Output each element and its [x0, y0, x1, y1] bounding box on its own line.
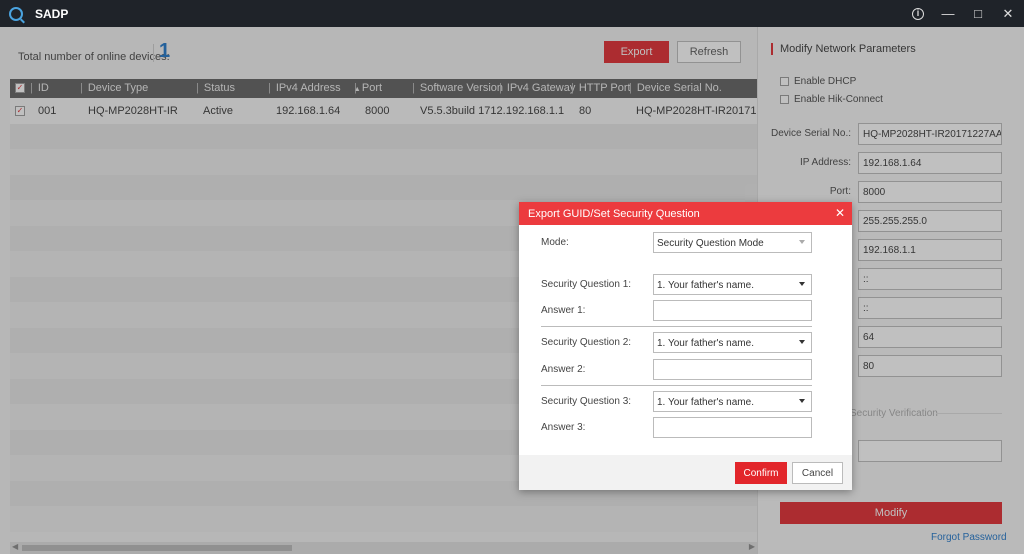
close-icon: ✕ — [1002, 5, 1014, 21]
dialog-header: Export GUID/Set Security Question ✕ — [519, 202, 852, 225]
dialog-footer: Confirm Cancel — [519, 455, 852, 490]
cancel-button[interactable]: Cancel — [792, 462, 843, 484]
chevron-down-icon — [799, 282, 805, 286]
security-question-1-select[interactable]: 1. Your father's name. — [653, 274, 812, 295]
chevron-down-icon — [799, 399, 805, 403]
maximize-icon: □ — [974, 6, 982, 21]
title-bar: SADP i — □ ✕ — [0, 0, 1024, 27]
modal-overlay — [0, 27, 1024, 554]
info-icon: i — [912, 7, 924, 20]
dialog-close-icon[interactable]: ✕ — [835, 206, 845, 220]
divider — [541, 385, 812, 386]
confirm-button[interactable]: Confirm — [735, 462, 787, 484]
answer-1-input[interactable] — [653, 300, 812, 321]
security-question-1-label: Security Question 1: — [541, 279, 632, 290]
security-question-dialog: Export GUID/Set Security Question ✕ Mode… — [519, 202, 852, 490]
minimize-button[interactable]: — — [938, 4, 958, 24]
chevron-down-icon — [799, 240, 805, 244]
answer-3-input[interactable] — [653, 417, 812, 438]
app-title: SADP — [35, 6, 69, 21]
divider — [541, 326, 812, 327]
answer-1-label: Answer 1: — [541, 305, 586, 316]
info-button[interactable]: i — [908, 4, 928, 24]
maximize-button[interactable]: □ — [968, 4, 988, 24]
security-question-3-label: Security Question 3: — [541, 396, 632, 407]
chevron-down-icon — [799, 340, 805, 344]
security-question-2-select[interactable]: 1. Your father's name. — [653, 332, 812, 353]
security-question-2-label: Security Question 2: — [541, 337, 632, 348]
window-controls: i — □ ✕ — [908, 0, 1018, 27]
answer-3-label: Answer 3: — [541, 422, 586, 433]
mode-select[interactable]: Security Question Mode — [653, 232, 812, 253]
minimize-icon: — — [941, 6, 955, 21]
answer-2-label: Answer 2: — [541, 364, 586, 375]
sadp-logo-icon — [9, 6, 23, 21]
mode-label: Mode: — [541, 237, 569, 248]
dialog-title: Export GUID/Set Security Question — [528, 208, 700, 220]
security-question-3-select[interactable]: 1. Your father's name. — [653, 391, 812, 412]
answer-2-input[interactable] — [653, 359, 812, 380]
dialog-body: Mode: Security Question Mode Security Qu… — [519, 225, 852, 455]
close-button[interactable]: ✕ — [998, 4, 1018, 24]
